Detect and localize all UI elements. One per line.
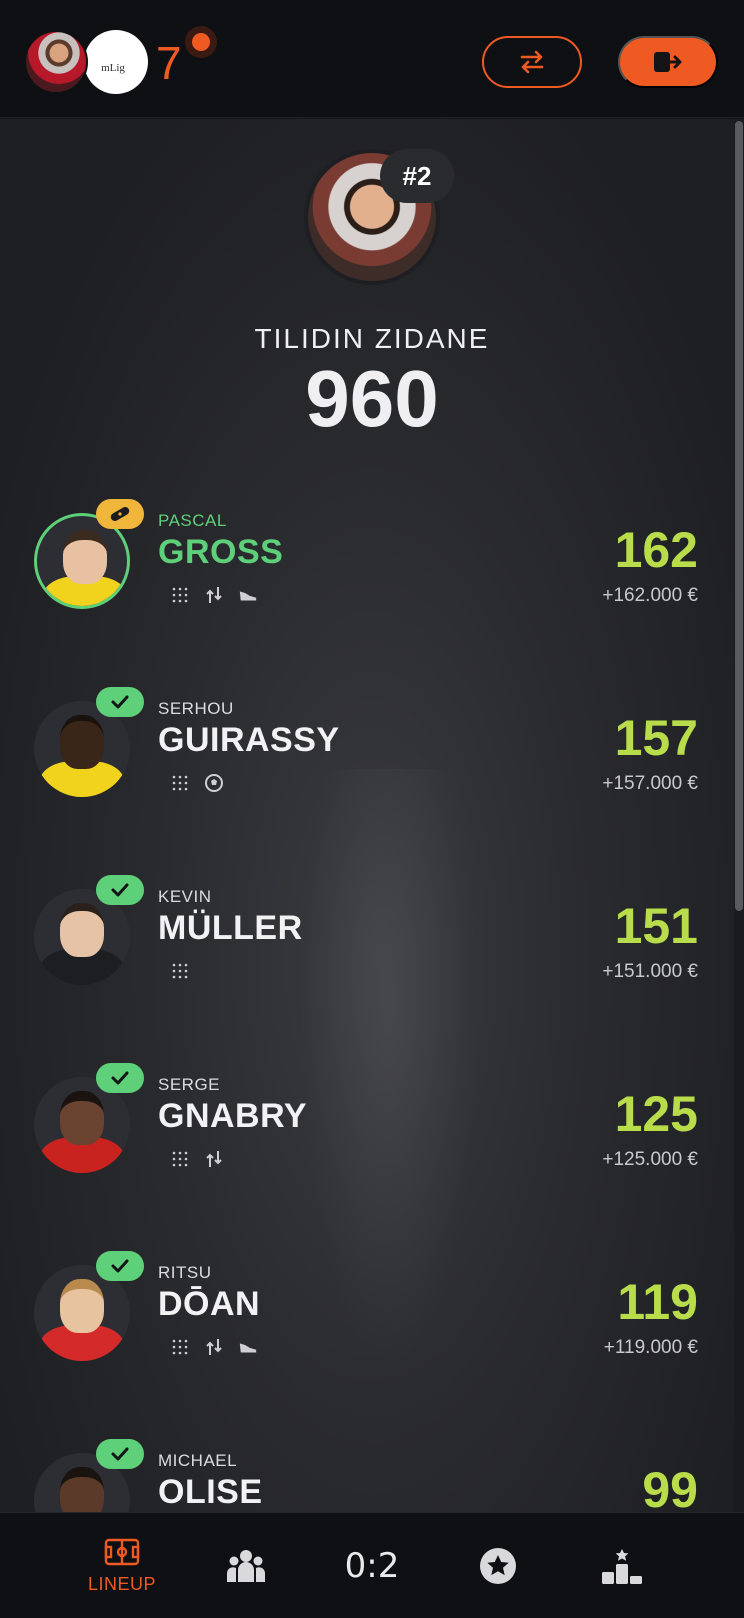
top-bar: mLig 7 bbox=[0, 0, 744, 118]
player-last-name: MÜLLER bbox=[158, 909, 303, 947]
check-icon bbox=[111, 1447, 129, 1461]
player-last-name: GNABRY bbox=[158, 1097, 308, 1135]
player-money: +151.000 € bbox=[602, 961, 698, 982]
nav-matches[interactable]: 0:2 bbox=[322, 1513, 422, 1618]
manager-profile: #2 TILIDIN ZIDANE 960 bbox=[0, 149, 744, 439]
exit-button[interactable] bbox=[618, 36, 718, 88]
scrollbar[interactable] bbox=[734, 119, 744, 1512]
user-avatar bbox=[24, 30, 88, 94]
player-first-name: SERGE bbox=[158, 1075, 221, 1094]
user-avatars[interactable]: mLig bbox=[24, 30, 148, 96]
player-money: +157.000 € bbox=[602, 773, 698, 794]
dots-icon bbox=[170, 961, 190, 981]
podium-icon bbox=[602, 1549, 642, 1584]
player-row[interactable]: KEVIN MÜLLER 151 +151.000 € bbox=[0, 875, 744, 1063]
swap-icon bbox=[520, 50, 544, 74]
player-points: 162 bbox=[614, 522, 698, 578]
substitution-icon bbox=[204, 1337, 224, 1357]
match-score: 0:2 bbox=[344, 1546, 400, 1586]
logout-icon bbox=[654, 52, 682, 72]
player-row[interactable]: PASCAL GROSS 162 +162.000 € bbox=[0, 499, 744, 687]
bandage-icon bbox=[110, 507, 130, 521]
league-logo-text: mLig bbox=[101, 62, 125, 74]
swap-button[interactable] bbox=[482, 36, 582, 88]
player-row[interactable]: MICHAEL OLISE 99 bbox=[0, 1439, 744, 1512]
dots-icon bbox=[170, 773, 190, 793]
player-money: +125.000 € bbox=[602, 1149, 698, 1170]
dots-icon bbox=[170, 1149, 190, 1169]
boot-icon bbox=[238, 1337, 258, 1357]
player-points: 157 bbox=[614, 710, 698, 766]
rank-pill: #2 bbox=[380, 149, 454, 203]
player-points: 151 bbox=[614, 898, 698, 954]
player-points: 119 bbox=[617, 1274, 698, 1330]
player-stats bbox=[170, 773, 224, 793]
lineup-panel[interactable]: #2 TILIDIN ZIDANE 960 PASCAL GROSS 162 +… bbox=[0, 119, 744, 1512]
player-money: +119.000 € bbox=[603, 1337, 698, 1358]
nav-favorites[interactable] bbox=[448, 1513, 548, 1618]
matchday-rank: 7 bbox=[156, 37, 182, 89]
player-money: +162.000 € bbox=[602, 585, 698, 606]
ball-icon bbox=[204, 773, 224, 793]
check-icon bbox=[111, 1259, 129, 1273]
player-first-name: RITSU bbox=[158, 1263, 212, 1282]
injury-badge bbox=[96, 499, 144, 529]
player-last-name: OLISE bbox=[158, 1473, 263, 1511]
confirmed-badge bbox=[96, 1251, 144, 1281]
pitch-icon bbox=[104, 1538, 140, 1565]
player-stats bbox=[170, 585, 258, 605]
player-row[interactable]: SERGE GNABRY 125 +125.000 € bbox=[0, 1063, 744, 1251]
check-icon bbox=[111, 1071, 129, 1085]
notification-dot bbox=[185, 26, 217, 58]
check-icon bbox=[111, 695, 129, 709]
nav-lineup-label: LINEUP bbox=[87, 1573, 157, 1594]
confirmed-badge bbox=[96, 1439, 144, 1469]
player-last-name: DŌAN bbox=[158, 1285, 261, 1323]
player-stats bbox=[170, 1149, 224, 1169]
dots-icon bbox=[170, 585, 190, 605]
player-last-name: GROSS bbox=[158, 533, 284, 571]
confirmed-badge bbox=[96, 687, 144, 717]
confirmed-badge bbox=[96, 1063, 144, 1093]
check-icon bbox=[111, 883, 129, 897]
star-circle-icon bbox=[480, 1548, 516, 1584]
player-points: 125 bbox=[614, 1086, 698, 1142]
player-stats bbox=[170, 961, 190, 981]
player-first-name: PASCAL bbox=[158, 511, 227, 530]
player-first-name: SERHOU bbox=[158, 699, 234, 718]
player-stats bbox=[170, 1337, 258, 1357]
player-row[interactable]: SERHOU GUIRASSY 157 +157.000 € bbox=[0, 687, 744, 875]
substitution-icon bbox=[204, 585, 224, 605]
scrollbar-thumb[interactable] bbox=[735, 121, 743, 911]
manager-score: 960 bbox=[305, 354, 439, 443]
nav-standings[interactable] bbox=[572, 1513, 672, 1618]
team-icon bbox=[227, 1550, 265, 1582]
player-list: PASCAL GROSS 162 +162.000 € SERHOU GUIRA… bbox=[0, 499, 744, 1512]
nav-team[interactable] bbox=[196, 1513, 296, 1618]
substitution-icon bbox=[204, 1149, 224, 1169]
player-last-name: GUIRASSY bbox=[158, 721, 340, 759]
manager-name: TILIDIN ZIDANE bbox=[254, 323, 490, 354]
confirmed-badge bbox=[96, 875, 144, 905]
player-first-name: MICHAEL bbox=[158, 1451, 238, 1470]
boot-icon bbox=[238, 585, 258, 605]
league-logo: mLig bbox=[84, 30, 148, 94]
nav-lineup[interactable]: LINEUP bbox=[72, 1513, 172, 1618]
dots-icon bbox=[170, 1337, 190, 1357]
player-first-name: KEVIN bbox=[158, 887, 212, 906]
player-row[interactable]: RITSU DŌAN 119 +119.000 € bbox=[0, 1251, 744, 1439]
bottom-navigation: LINEUP 0:2 bbox=[0, 1512, 744, 1618]
player-points: 99 bbox=[642, 1462, 698, 1512]
